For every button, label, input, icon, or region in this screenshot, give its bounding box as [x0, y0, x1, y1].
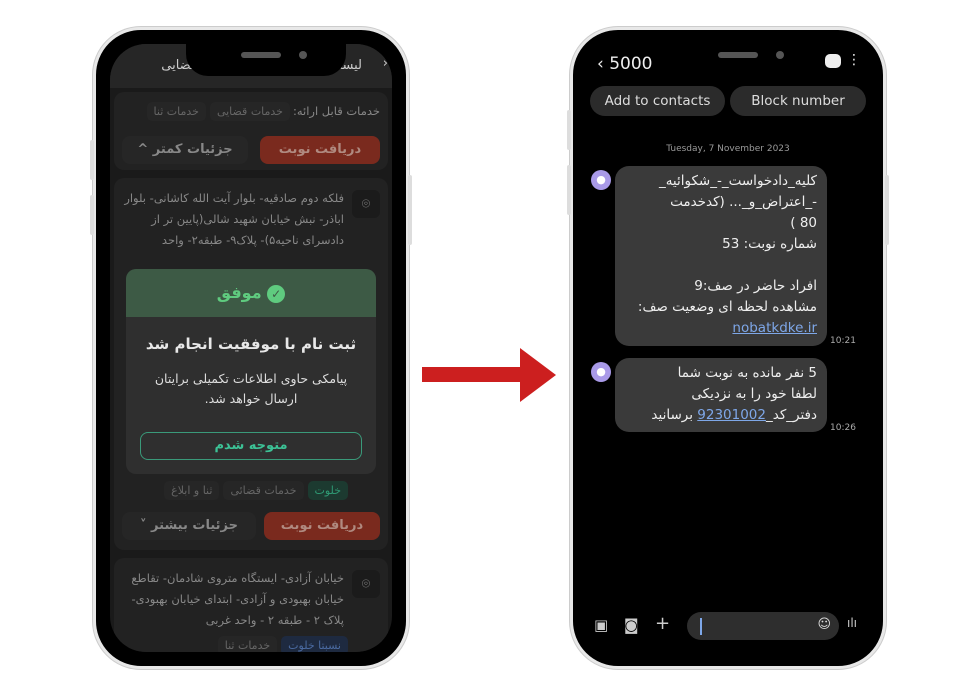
video-call-icon[interactable] — [825, 54, 841, 68]
compose-bar: ▣ ◙ + ☺ ılı — [587, 612, 869, 640]
link[interactable]: nobatkdke.ir — [732, 320, 817, 336]
office-card-3: ⌾ خیابان آزادی- ایستگاه متروی شادمان- تق… — [114, 558, 388, 652]
service-chip: خدمات قضائی — [223, 481, 304, 500]
office-address: خیابان آزادی- ایستگاه متروی شادمان- تقاط… — [131, 571, 344, 627]
status-badge: نسبتا خلوت — [281, 636, 348, 652]
avatar: ● — [591, 170, 611, 190]
message-time: 10:21 — [830, 336, 856, 346]
voice-icon[interactable]: ılı — [847, 616, 857, 630]
location-pin-icon: ⌾ — [352, 190, 380, 218]
add-to-contacts-button[interactable]: Add to contacts — [590, 86, 725, 116]
chevron-right-icon[interactable]: ‹ — [383, 56, 388, 71]
check-circle-icon: ✓ — [267, 284, 286, 303]
office-address: فلکه دوم صادقیه- بلوار آیت الله کاشانی- … — [124, 191, 344, 247]
message-input[interactable]: ☺ — [687, 612, 839, 640]
conversation-header: ‹ 5000 — [597, 54, 652, 74]
success-dialog: ✓ موفق ثبت نام با موفقیت انجام شد پیامکی… — [126, 269, 376, 474]
more-options-icon[interactable]: ⋮ — [847, 52, 861, 68]
acknowledge-button[interactable]: متوجه شدم — [140, 432, 362, 460]
status-badge: خلوت — [307, 481, 348, 500]
status-text: موفق — [216, 283, 262, 302]
services-label: خدمات قابل ارائه: — [292, 104, 380, 118]
link[interactable]: 92301002 — [697, 407, 766, 423]
message-bubble[interactable]: 5 نفر مانده به نوبت شما لطفا خود را به ن… — [615, 358, 827, 432]
get-turn-button[interactable]: دریافت نوبت — [260, 136, 380, 164]
left-phone: ‹ لیست دفاتر خدمات الکترونیک قضایی خدمات… — [90, 27, 412, 669]
sticker-icon[interactable]: ☺ — [817, 617, 831, 632]
service-chip: خدمات ثنا — [217, 636, 278, 652]
right-phone: ‹ 5000 ⋮ Add to contacts Block number Tu… — [567, 27, 889, 669]
arrow-right-icon — [422, 348, 556, 402]
get-turn-button[interactable]: دریافت نوبت — [264, 512, 380, 540]
avatar: ● — [591, 362, 611, 382]
gallery-icon[interactable]: ▣ — [594, 616, 608, 634]
location-pin-icon: ⌾ — [352, 570, 380, 598]
more-details-button[interactable]: جزئیات بیشتر ˅ — [122, 512, 256, 540]
date-divider: Tuesday, 7 November 2023 — [666, 144, 790, 154]
office-card-1: خدمات قابل ارائه: خدمات قضاییخدمات ثنا د… — [114, 92, 388, 170]
plus-icon[interactable]: + — [655, 613, 670, 634]
chevron-left-icon[interactable]: ‹ — [597, 54, 604, 74]
message-bubble[interactable]: کلیه_دادخواست_-_شکوائیه_ -_اعتراض_و_... … — [615, 166, 827, 346]
block-number-button[interactable]: Block number — [730, 86, 866, 116]
service-chip: ثنا و ابلاغ — [164, 481, 220, 500]
service-chip: خدمات ثنا — [146, 102, 206, 121]
service-chip: خدمات قضایی — [209, 102, 290, 121]
message-time: 10:26 — [830, 423, 856, 433]
dialog-message: پیامکی حاوی اطلاعات تکمیلی برایتان ارسال… — [154, 371, 348, 406]
camera-icon[interactable]: ◙ — [624, 616, 639, 634]
dialog-title: ثبت نام با موفقیت انجام شد — [145, 335, 357, 353]
sender-number: 5000 — [609, 54, 653, 74]
less-details-button[interactable]: جزئیات کمتر ^ — [122, 136, 248, 164]
dialog-header: ✓ موفق — [126, 269, 376, 317]
